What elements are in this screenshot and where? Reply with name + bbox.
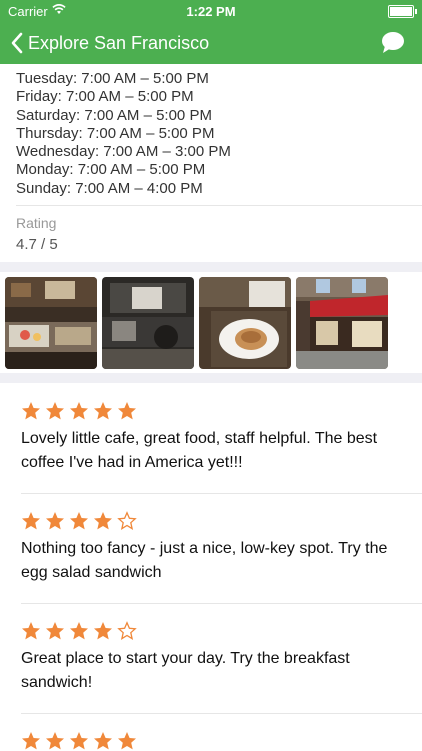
- star-filled-icon: [22, 402, 40, 420]
- hours-row: Friday: 7:00 AM – 5:00 PM: [16, 88, 194, 106]
- hours-row: Monday: 7:00 AM – 5:00 PM: [16, 161, 206, 179]
- star-filled-icon: [70, 402, 88, 420]
- star-filled-icon: [118, 402, 136, 420]
- opening-hours-list: Tuesday: 7:00 AM – 5:00 PM Friday: 7:00 …: [16, 70, 406, 198]
- review-stars: [21, 511, 141, 531]
- review-text: Lovely little cafe, great food, staff he…: [21, 430, 378, 471]
- photo-thumbnail-cafe-counter[interactable]: [5, 277, 97, 369]
- hours-row: Sunday: 7:00 AM – 4:00 PM: [16, 179, 203, 197]
- chevron-left-icon: [11, 32, 23, 54]
- review-stars: [21, 401, 141, 421]
- status-bar: Carrier 1:22 PM: [0, 0, 422, 22]
- review-stars: [21, 621, 141, 641]
- rating-value: 4.7 / 5: [16, 236, 58, 253]
- review-divider: [21, 493, 422, 494]
- hours-row: Tuesday: 7:00 AM – 5:00 PM: [16, 70, 209, 87]
- review-text: Great place to start your day. Try the b…: [21, 650, 350, 691]
- star-filled-icon: [70, 622, 88, 640]
- section-divider: [0, 262, 422, 272]
- chat-bubble-icon[interactable]: [380, 30, 406, 56]
- hours-row: Saturday: 7:00 AM – 5:00 PM: [16, 106, 212, 124]
- star-filled-icon: [46, 512, 64, 530]
- hours-row: Wednesday: 7:00 AM – 3:00 PM: [16, 143, 231, 161]
- star-filled-icon: [118, 732, 136, 750]
- photo-thumbnail-interior[interactable]: [102, 277, 194, 369]
- photo-thumbnail-pastry[interactable]: [199, 277, 291, 369]
- header-bar: Carrier 1:22 PM Explore San Francisco: [0, 0, 422, 64]
- photo-strip: [0, 272, 422, 373]
- review-divider: [21, 603, 422, 604]
- divider: [16, 205, 422, 206]
- star-filled-icon: [46, 622, 64, 640]
- section-divider: [0, 373, 422, 383]
- star-filled-icon: [46, 402, 64, 420]
- star-filled-icon: [70, 512, 88, 530]
- nav-title: Explore San Francisco: [28, 32, 210, 53]
- star-filled-icon: [46, 732, 64, 750]
- rating-label: Rating: [16, 215, 57, 231]
- back-button[interactable]: Explore San Francisco: [10, 22, 209, 64]
- photo-thumbnail-storefront[interactable]: [296, 277, 388, 369]
- star-filled-icon: [94, 512, 112, 530]
- review-stars: [21, 731, 141, 751]
- star-filled-icon: [94, 622, 112, 640]
- hours-row: Thursday: 7:00 AM – 5:00 PM: [16, 124, 215, 142]
- star-filled-icon: [22, 622, 40, 640]
- status-time: 1:22 PM: [186, 4, 236, 19]
- star-filled-icon: [22, 512, 40, 530]
- review-text: Nothing too fancy - just a nice, low-key…: [21, 540, 388, 581]
- star-filled-icon: [70, 732, 88, 750]
- star-filled-icon: [94, 732, 112, 750]
- star-filled-icon: [94, 402, 112, 420]
- navigation-bar: Explore San Francisco: [0, 22, 422, 64]
- battery-icon: [388, 5, 417, 18]
- review-divider: [21, 713, 422, 714]
- star-empty-icon: [117, 511, 137, 530]
- star-filled-icon: [22, 732, 40, 750]
- star-empty-icon: [117, 621, 137, 640]
